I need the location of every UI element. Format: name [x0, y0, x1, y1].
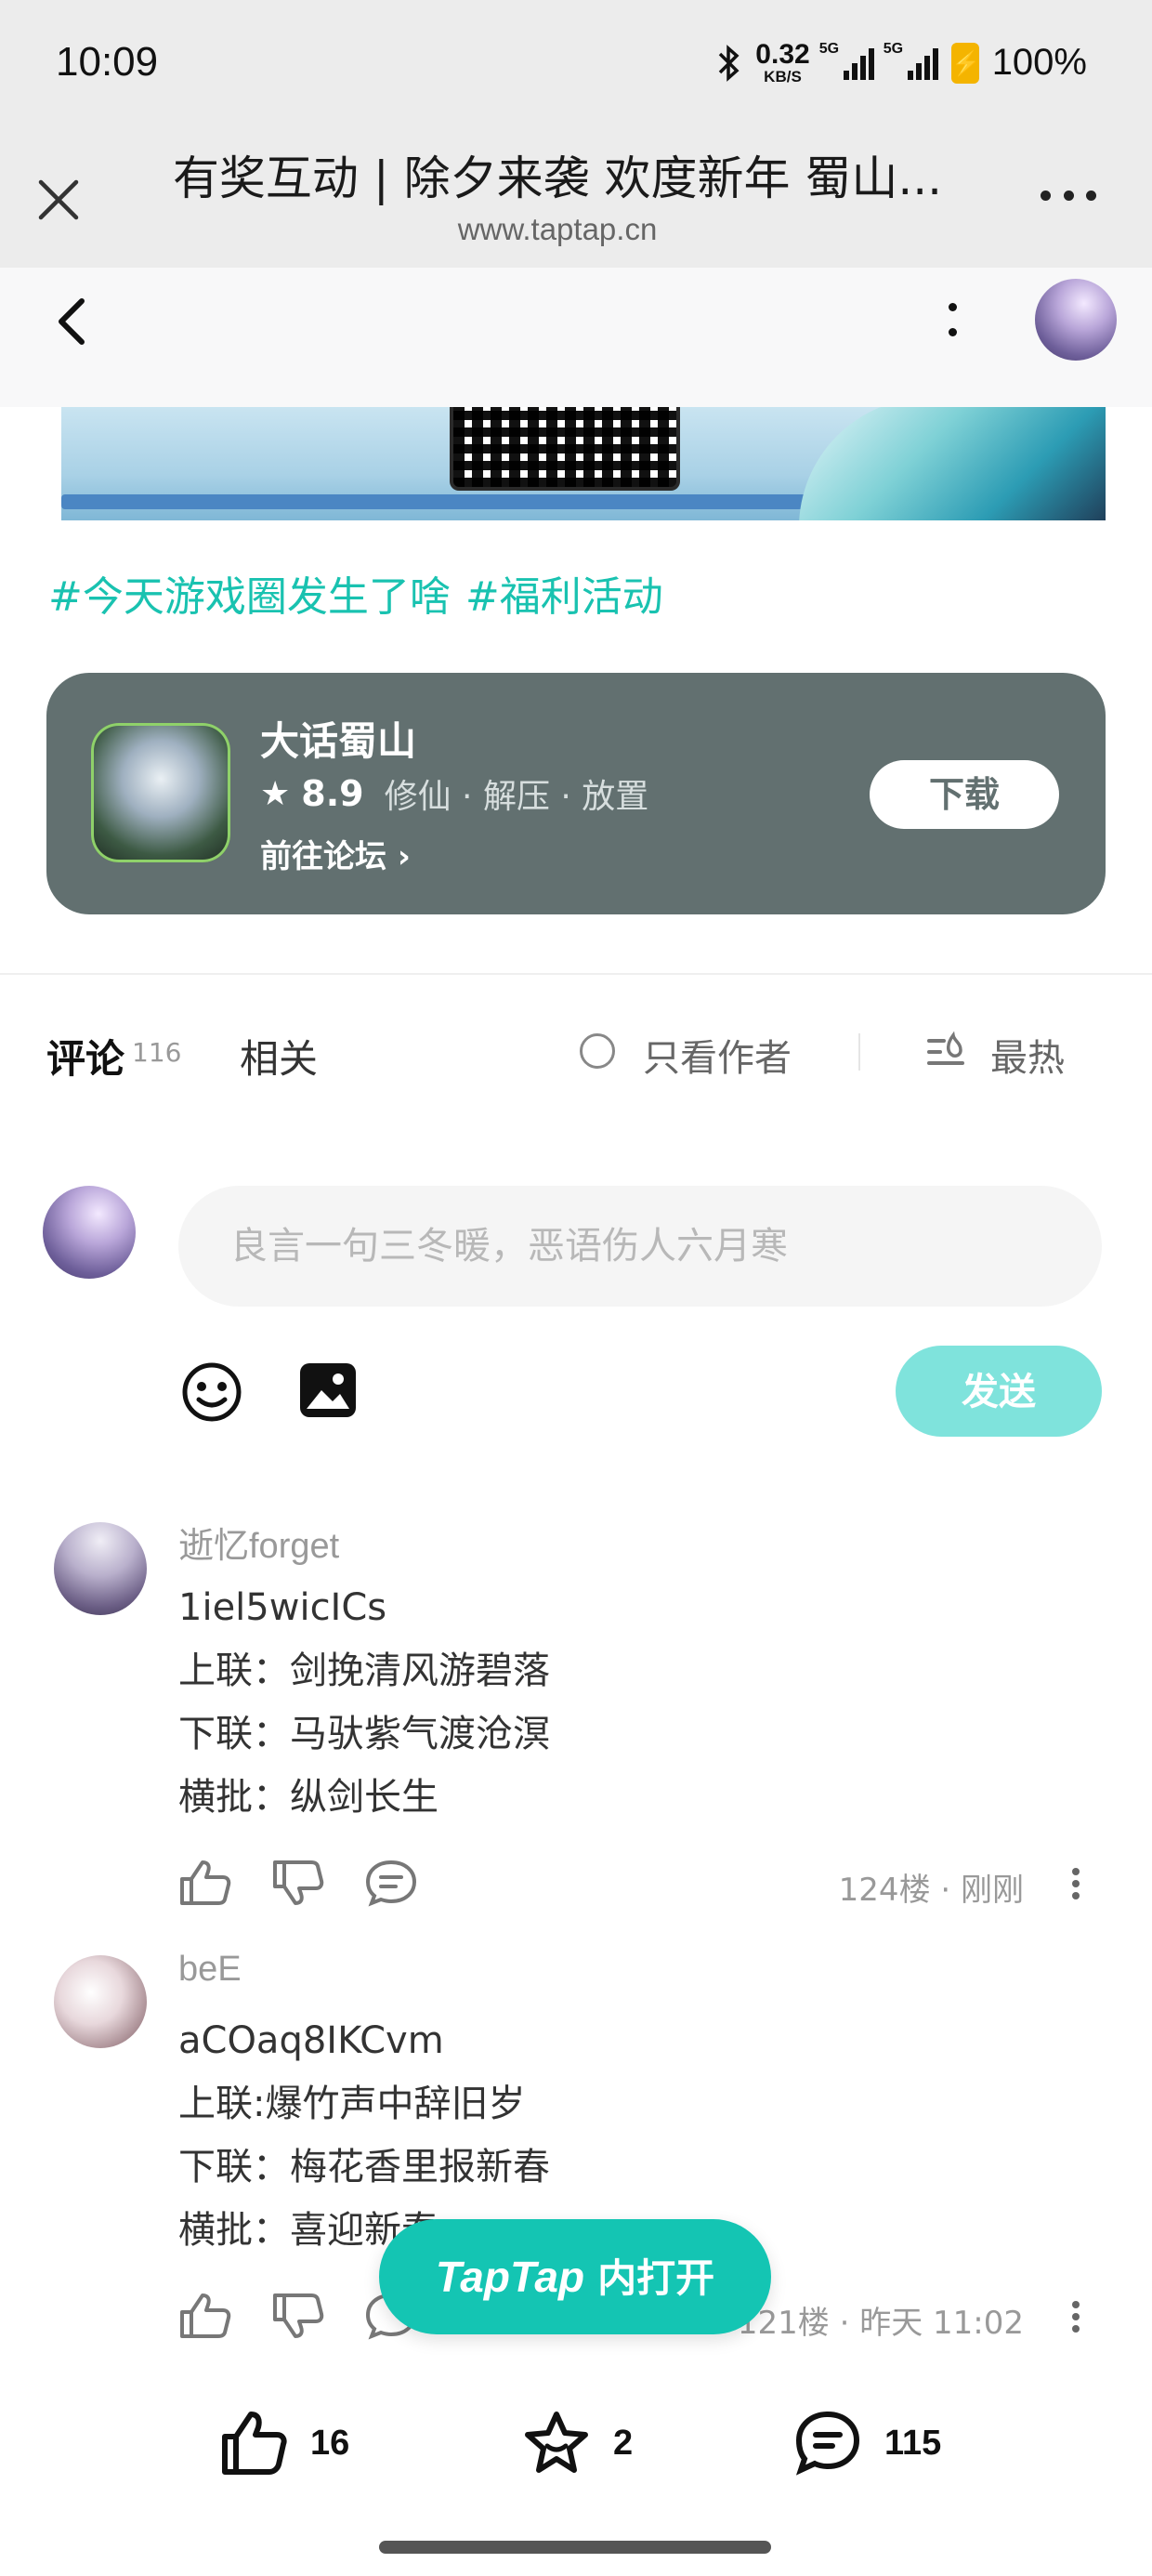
sort-hot-icon[interactable]	[925, 1028, 966, 1072]
game-tags: 修仙 · 解压 · 放置	[384, 778, 649, 816]
user-avatar[interactable]	[1035, 279, 1117, 361]
page-url: www.taptap.cn	[457, 212, 658, 246]
game-meta: ★ 8.9 修仙 · 解压 · 放置	[260, 769, 648, 818]
battery-percent: 100%	[991, 42, 1087, 83]
post-options-icon[interactable]	[946, 303, 959, 336]
download-button[interactable]: 下载	[870, 760, 1059, 829]
page-title: 有奖互动 | 除夕来袭 欢度新年 蜀山...	[172, 151, 943, 205]
hashtag-list: #今天游戏圈发生了啥 #福利活动	[48, 563, 678, 623]
like-icon[interactable]	[178, 2292, 232, 2340]
bluetooth-icon	[719, 44, 740, 82]
more-menu-icon[interactable]	[1041, 186, 1096, 204]
back-icon[interactable]	[54, 296, 87, 348]
my-avatar	[43, 1186, 136, 1279]
reply-icon[interactable]	[364, 1859, 418, 1907]
sort-label[interactable]: 最热	[990, 1028, 1065, 1082]
divider	[0, 973, 1152, 975]
comment-more-icon[interactable]	[1070, 1868, 1081, 1899]
comment-line: 横批：纵剑长生	[178, 1776, 439, 1819]
status-icons: 0.32 KB/S 5G 5G ⚡ 100%	[716, 41, 1087, 85]
qr-code	[450, 407, 680, 491]
comment-line: 上联:爆竹声中辞旧岁	[178, 2083, 526, 2125]
comments-count: 116	[132, 1037, 182, 1068]
comment-body: 1iel5wicICs 上联：剑挽清风游碧落 下联：马驮紫气渡沧溟 横批：纵剑长…	[178, 1576, 550, 1829]
star-icon: ★	[260, 774, 291, 813]
author-only-label[interactable]: 只看作者	[643, 1028, 792, 1082]
forum-link[interactable]: 前往论坛 ›	[260, 831, 411, 876]
favorite-icon[interactable]	[522, 2409, 591, 2477]
comment-line: aCOaq8IKCvm	[178, 2019, 444, 2062]
open-in-taptap-button[interactable]: TapTap 内打开	[379, 2219, 771, 2334]
divider	[858, 1033, 860, 1071]
comment-avatar[interactable]	[54, 1955, 147, 2048]
post-banner-image	[61, 407, 1106, 520]
comment-meta: 124楼 · 刚刚	[838, 1872, 1024, 1909]
comment-author[interactable]: beE	[178, 1950, 242, 1990]
comment-input[interactable]	[178, 1186, 1102, 1307]
close-icon[interactable]	[35, 177, 82, 223]
like-count: 16	[310, 2424, 350, 2463]
tab-comments[interactable]: 评论	[46, 1028, 124, 1084]
game-name: 大话蜀山	[260, 718, 417, 764]
comment-line: 上联：剑挽清风游碧落	[178, 1649, 550, 1692]
hashtag-link[interactable]: #福利活动	[465, 573, 663, 621]
battery-charging-icon: ⚡	[950, 42, 981, 84]
home-indicator	[379, 2541, 771, 2554]
comment-author[interactable]: 逝忆forget	[178, 1517, 339, 1568]
comment-count: 115	[884, 2424, 942, 2463]
chevron-right-icon: ›	[397, 838, 411, 875]
taptap-logo: TapTap	[435, 2253, 585, 2301]
signal-icon: 5G	[819, 41, 874, 80]
dislike-icon[interactable]	[271, 2292, 325, 2340]
network-speed: 0.32 KB/S	[755, 39, 810, 85]
comment-line: 1iel5wicICs	[178, 1586, 387, 1629]
like-icon[interactable]	[219, 2409, 288, 2477]
comment-line: 下联：梅花香里报新春	[178, 2146, 550, 2188]
character-art	[799, 407, 1106, 520]
emoji-icon[interactable]	[180, 1360, 243, 1424]
signal-icon: 5G	[884, 41, 938, 80]
hashtag-link[interactable]: #今天游戏圈发生了啥	[48, 573, 451, 621]
send-button[interactable]: 发送	[896, 1346, 1102, 1437]
comment-more-icon[interactable]	[1070, 2301, 1081, 2333]
status-time: 10:09	[56, 39, 159, 85]
tab-related[interactable]: 相关	[240, 1028, 318, 1084]
comment-line: 下联：马驮紫气渡沧溟	[178, 1713, 550, 1755]
app-navbar	[0, 268, 1152, 407]
game-icon[interactable]	[91, 723, 230, 862]
image-icon[interactable]	[297, 1360, 359, 1420]
like-icon[interactable]	[178, 1859, 232, 1907]
comment-icon[interactable]	[793, 2409, 862, 2477]
author-only-radio[interactable]	[580, 1033, 615, 1069]
game-rating: 8.9	[301, 773, 364, 814]
favorite-count: 2	[613, 2424, 634, 2463]
dislike-icon[interactable]	[271, 1859, 325, 1907]
comment-avatar[interactable]	[54, 1522, 147, 1615]
